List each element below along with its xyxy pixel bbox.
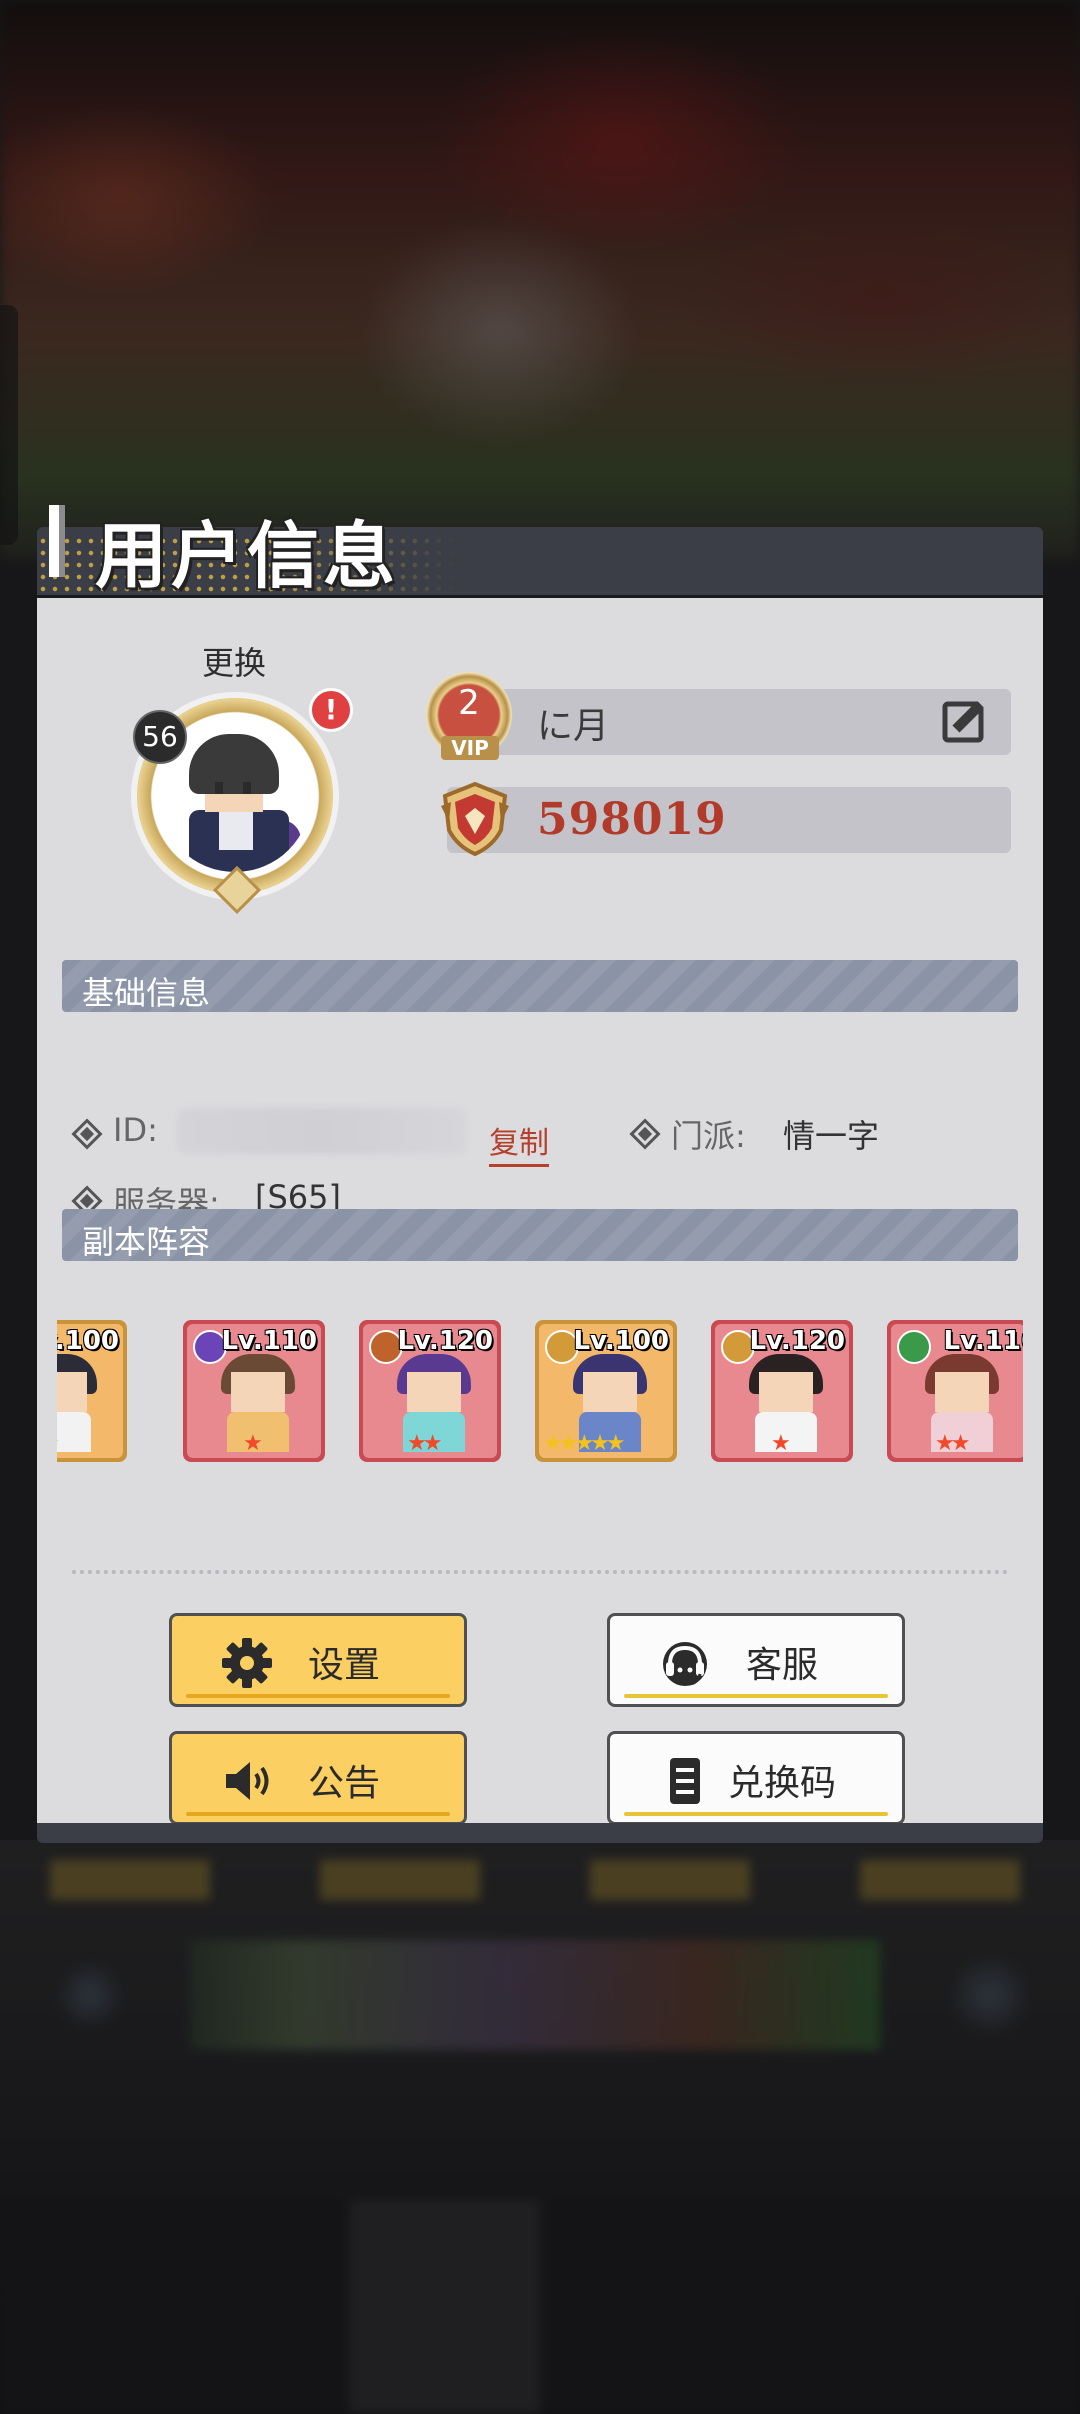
bullet-icon xyxy=(629,1118,661,1150)
hero-card[interactable]: Lv.110 ★ xyxy=(183,1320,325,1462)
user-info-panel: 用户信息 更换 56 ! 2 VIP に月 598019 基础信息 ID: 复制… xyxy=(37,505,1043,1843)
sect-label: 门派: xyxy=(671,1117,746,1155)
hero-card[interactable]: Lv.120 ★ xyxy=(711,1320,853,1462)
hero-level: Lv.100 xyxy=(573,1326,669,1356)
vip-level: 2 xyxy=(458,683,480,723)
notice-button[interactable]: 公告 xyxy=(169,1731,467,1825)
dna-element-icon xyxy=(897,1330,931,1364)
copy-id-button[interactable]: 复制 xyxy=(489,1118,549,1167)
power-field xyxy=(447,787,1011,853)
sect-value: 情一字 xyxy=(783,1117,880,1155)
panel-body: 更换 56 ! 2 VIP に月 598019 基础信息 ID: 复制 门派: … xyxy=(37,595,1043,1826)
hero-card[interactable]: Lv.100 ★★★★ xyxy=(57,1320,127,1462)
hero-card[interactable]: Lv.120 ★★ xyxy=(359,1320,501,1462)
title-accent-bar xyxy=(49,505,65,577)
hero-level: Lv.120 xyxy=(397,1326,493,1356)
divider xyxy=(72,1570,1008,1574)
lineup-title: 副本阵容 xyxy=(82,1223,211,1261)
hero-level: Lv.100 xyxy=(57,1326,119,1356)
settings-label: 设置 xyxy=(308,1645,381,1686)
edit-icon[interactable] xyxy=(941,698,989,746)
headset-icon xyxy=(663,1642,707,1686)
redeem-code-button[interactable]: 兑换码 xyxy=(607,1731,905,1825)
hero-stars: ★★★★★ xyxy=(543,1431,626,1456)
change-avatar-label[interactable]: 更换 xyxy=(202,638,266,684)
hero-stars: ★ xyxy=(243,1431,263,1456)
alert-badge: ! xyxy=(309,688,353,732)
document-icon xyxy=(670,1758,700,1804)
panel-footer xyxy=(37,1823,1043,1843)
support-button[interactable]: 客服 xyxy=(607,1613,905,1707)
power-score: 598019 xyxy=(537,794,727,845)
vip-tag: VIP xyxy=(441,736,499,760)
hero-stars: ★★ xyxy=(935,1431,971,1456)
basic-info-header: 基础信息 xyxy=(62,960,1018,1012)
bullet-icon xyxy=(71,1118,103,1150)
speaker-icon xyxy=(226,1762,269,1800)
shield-icon xyxy=(441,781,509,857)
name-field xyxy=(447,689,1011,755)
redeem-label: 兑换码 xyxy=(728,1763,837,1804)
settings-button[interactable]: 设置 xyxy=(169,1613,467,1707)
id-value-hidden xyxy=(177,1108,467,1154)
hero-level: Lv.120 xyxy=(749,1326,845,1356)
player-level-badge: 56 xyxy=(133,710,187,764)
hero-card[interactable]: Lv.116 ★★ xyxy=(887,1320,1023,1462)
id-label: ID: xyxy=(113,1111,158,1149)
notice-label: 公告 xyxy=(308,1763,381,1804)
hero-card[interactable]: Lv.100 ★★★★★ xyxy=(535,1320,677,1462)
panel-title: 用户信息 xyxy=(95,514,400,598)
lineup-header: 副本阵容 xyxy=(62,1209,1018,1261)
basic-info-title: 基础信息 xyxy=(82,974,211,1012)
player-name: に月 xyxy=(537,706,610,747)
hero-stars: ★ xyxy=(771,1431,791,1456)
hero-level: Lv.110 xyxy=(221,1326,317,1356)
hero-stars: ★★ xyxy=(407,1431,443,1456)
hero-level: Lv.116 xyxy=(943,1326,1023,1356)
hero-lineup[interactable]: Lv.100 ★★★★ Lv.110 ★ xyxy=(57,1320,1023,1470)
gear-icon xyxy=(222,1638,272,1688)
support-label: 客服 xyxy=(746,1645,819,1686)
